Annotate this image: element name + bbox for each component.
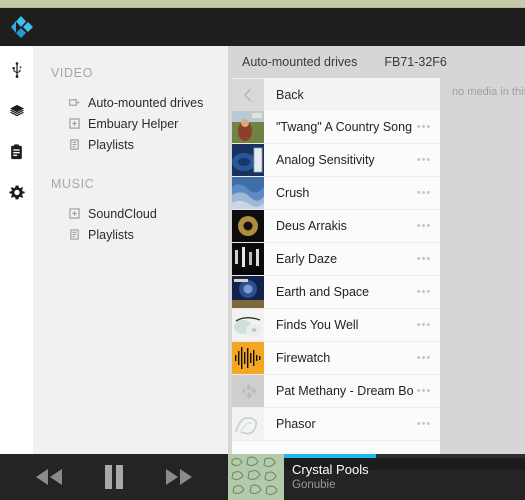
main-area: VIDEO Auto-mounted drives Embuary Helper [0,46,525,454]
sidebar-item-label: SoundCloud [88,206,157,221]
list-item-label: Back [276,87,304,102]
breadcrumb-item-current[interactable]: FB71-32F6 [357,55,447,69]
list-item[interactable]: Pat Methany - Dream Box ••• [232,375,440,408]
sidebar-item-soundcloud[interactable]: SoundCloud [33,203,228,224]
sidebar-item-embuary-helper[interactable]: Embuary Helper [33,113,228,134]
list-item[interactable]: "Twang" A Country Song ••• [232,111,440,144]
list-item[interactable]: Analog Sensitivity ••• [232,144,440,177]
pause-icon[interactable] [104,465,124,489]
playlist-icon [69,139,80,150]
info-panel: no media in this [444,78,525,454]
row-more-button[interactable]: ••• [414,220,440,232]
row-more-button[interactable]: ••• [414,418,440,430]
now-playing-meta: Crystal Pools Gonubie [292,462,369,493]
list-item-label: Phasor [276,417,316,431]
sidebar-group-title-video: VIDEO [51,66,93,80]
row-more-button[interactable]: ••• [414,385,440,397]
list-item[interactable]: Firewatch ••• [232,342,440,375]
sidebar-item-label: Playlists [88,227,134,242]
rewind-icon[interactable] [34,468,64,486]
icon-rail [0,46,33,454]
progress-fill [284,454,376,458]
album-art [232,210,264,242]
album-art [232,309,264,341]
sidebar-item-label: Playlists [88,137,134,152]
fast-forward-icon[interactable] [164,468,194,486]
album-art [232,342,264,374]
list-item-label: Deus Arrakis [276,219,347,233]
track-artist: Gonubie [292,479,336,491]
list-item-label: Early Daze [276,252,338,266]
addon-icon [69,208,80,219]
list-item-label: Analog Sensitivity [276,153,375,167]
breadcrumb-item-root[interactable]: Auto-mounted drives [228,55,357,69]
row-more-button[interactable]: ••• [414,352,440,364]
now-playing-art[interactable] [228,454,284,500]
list-item-back[interactable]: Back [232,78,440,111]
list-item-label: Pat Methany - Dream Box [276,384,414,398]
info-panel-message: no media in this [452,86,525,98]
row-more-button[interactable]: ••• [414,319,440,331]
album-art [232,276,264,308]
addon-icon [69,118,80,129]
row-more-button[interactable]: ••• [414,121,440,133]
list-item-label: Earth and Space [276,285,370,299]
kodi-logo[interactable] [7,14,35,40]
gear-icon[interactable] [7,183,27,203]
album-art [232,144,264,176]
album-art [232,111,264,143]
list-item-label: Firewatch [276,351,331,365]
list-item-label: Finds You Well [276,318,359,332]
album-art [232,408,264,440]
row-more-button[interactable]: ••• [414,286,440,298]
album-art-placeholder [232,375,264,407]
track-title: Crystal Pools [292,462,369,477]
content-area: Auto-mounted drives FB71-32F6 Back "Twan… [228,46,525,454]
kodi-window: VIDEO Auto-mounted drives Embuary Helper [0,0,525,500]
row-more-button[interactable]: ••• [414,187,440,199]
album-art [232,243,264,275]
app-header [0,8,525,46]
sidebar: VIDEO Auto-mounted drives Embuary Helper [33,46,228,454]
breadcrumb: Auto-mounted drives FB71-32F6 [228,46,525,78]
now-playing: Crystal Pools Gonubie [228,454,525,500]
list-item-label: "Twang" A Country Song [276,120,413,134]
sidebar-item-video-playlists[interactable]: Playlists [33,134,228,155]
sidebar-item-label: Auto-mounted drives [88,95,204,110]
media-source-icon [69,97,80,108]
transport-controls [0,454,228,500]
album-art [232,177,264,209]
usb-icon[interactable] [7,60,27,80]
clipboard-icon[interactable] [7,142,27,162]
list-item-label: Crush [276,186,310,200]
layers-icon[interactable] [7,101,27,121]
list-item[interactable]: Crush ••• [232,177,440,210]
desktop-top-strip [0,0,525,8]
file-list[interactable]: Back "Twang" A Country Song ••• Analog S… [232,78,440,454]
list-item[interactable]: Early Daze ••• [232,243,440,276]
sidebar-item-music-playlists[interactable]: Playlists [33,224,228,245]
list-item[interactable]: Phasor ••• [232,408,440,441]
sidebar-item-auto-mounted-drives[interactable]: Auto-mounted drives [33,92,228,113]
list-item[interactable]: Deus Arrakis ••• [232,210,440,243]
chevron-left-icon [232,78,264,111]
sidebar-item-label: Embuary Helper [88,116,179,131]
list-item[interactable]: Finds You Well ••• [232,309,440,342]
list-item[interactable]: Earth and Space ••• [232,276,440,309]
player-bar: Crystal Pools Gonubie [0,454,525,500]
playlist-icon [69,229,80,240]
sidebar-group-title-music: MUSIC [51,177,95,191]
row-more-button[interactable]: ••• [414,154,440,166]
row-more-button[interactable]: ••• [414,253,440,265]
